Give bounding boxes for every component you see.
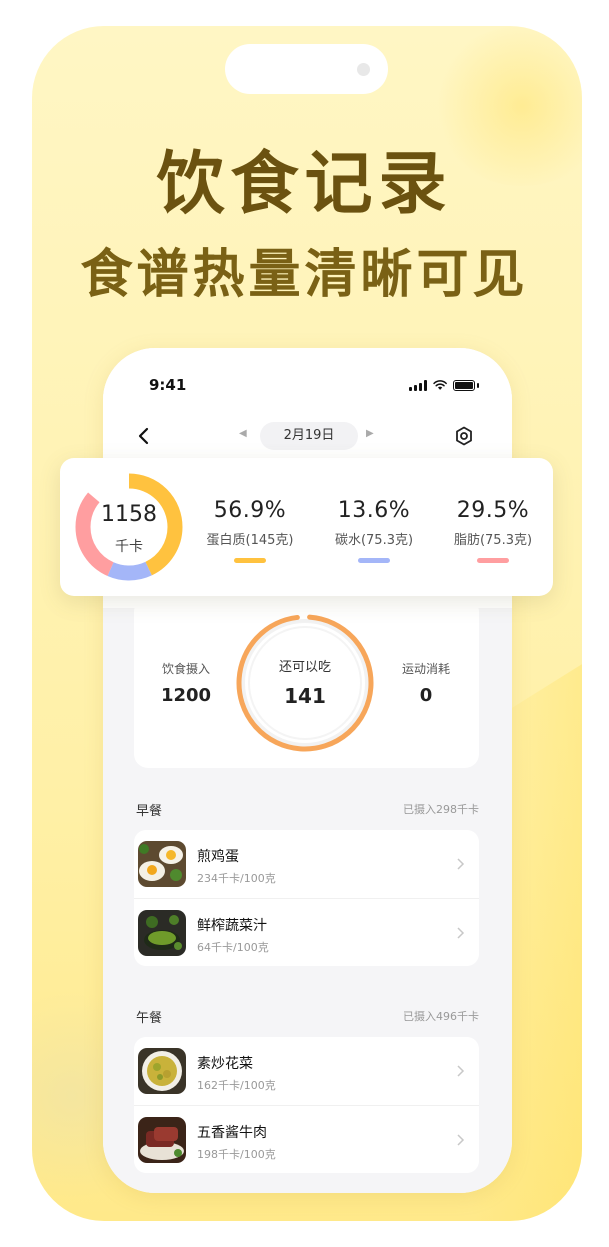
calories-unit: 千卡 [115, 539, 143, 555]
promo-subline: 食谱热量清晰可见 [80, 245, 529, 305]
battery-icon [453, 379, 476, 391]
macro-carbs: 13.6% 碳水(75.3克) [314, 498, 434, 563]
status-time: 9:41 [149, 376, 187, 394]
food-name: 鲜榨蔬菜汁 [197, 918, 267, 934]
camera-dot [357, 63, 370, 76]
meal-total: 已摄入496千卡 [403, 1010, 479, 1023]
macro-fat: 29.5% 脂肪(75.3克) [433, 498, 553, 563]
app-promo-canvas: 饮食记录 食谱热量清晰可见 9:41 ◀ 2月19日 ▶ 饮食摄入 1200 还… [0, 0, 609, 1247]
food-item-vegetable-juice[interactable]: 鲜榨蔬菜汁 64千卡/100克 [134, 898, 479, 966]
signal-icon [409, 379, 427, 391]
caret-left-icon[interactable]: ◀ [239, 428, 247, 439]
battery-cap [477, 382, 479, 388]
food-kcal: 162千卡/100克 [197, 1079, 276, 1092]
macro-color-bar [234, 558, 266, 563]
calories-value: 1158 [101, 502, 157, 527]
nutrition-summary-card: 1158 千卡 56.9% 蛋白质(145克) 13.6% 碳水(75.3克) … [60, 458, 553, 596]
intake-card: 饮食摄入 1200 还可以吃 141 运动消耗 0 [134, 598, 479, 768]
macro-percent: 29.5% [456, 498, 530, 523]
wifi-icon [433, 380, 447, 390]
food-item-stir-fried-cauliflower[interactable]: 素炒花菜 162千卡/100克 [134, 1037, 479, 1105]
food-kcal: 64千卡/100克 [197, 941, 269, 954]
exercise-label: 运动消耗 [401, 662, 450, 676]
macro-protein: 56.9% 蛋白质(145克) [190, 498, 310, 563]
cauliflower-photo [138, 1048, 186, 1094]
chevron-left-icon[interactable] [133, 424, 155, 448]
chevron-right-icon [457, 927, 465, 939]
date-selector[interactable]: 2月19日 [260, 422, 358, 450]
chevron-right-icon [457, 1065, 465, 1077]
macro-donut-chart [75, 473, 183, 581]
food-item-fried-egg[interactable]: 煎鸡蛋 234千卡/100克 [134, 830, 479, 898]
promo-headline: 饮食记录 [156, 145, 453, 224]
remaining-label: 还可以吃 [278, 660, 331, 675]
meal-title: 早餐 [136, 804, 163, 819]
exercise-value: 0 [419, 685, 433, 706]
remaining-ring [236, 614, 374, 752]
macro-color-bar [477, 558, 509, 563]
macro-percent: 13.6% [337, 498, 411, 523]
food-kcal: 198千卡/100克 [197, 1148, 276, 1161]
meal-total: 已摄入298千卡 [403, 803, 479, 816]
meal-card-lunch: 素炒花菜 162千卡/100克 五香酱牛肉 198千卡/100克 [134, 1037, 479, 1173]
food-item-spiced-beef[interactable]: 五香酱牛肉 198千卡/100克 [134, 1105, 479, 1173]
status-icons [409, 378, 479, 392]
food-kcal: 234千卡/100克 [197, 872, 276, 885]
remaining-value: 141 [284, 684, 326, 708]
hexagon-settings-icon[interactable] [453, 424, 475, 448]
macro-label: 蛋白质(145克) [206, 533, 294, 548]
food-intake-label: 饮食摄入 [161, 662, 210, 676]
fried-egg-photo [138, 841, 186, 887]
meal-header-breakfast: 早餐 已摄入298千卡 [136, 800, 479, 820]
macro-label: 碳水(75.3克) [334, 533, 414, 548]
exercise-burn: 运动消耗 0 [386, 660, 466, 706]
food-name: 五香酱牛肉 [197, 1125, 267, 1141]
macro-label: 脂肪(75.3克) [453, 533, 533, 548]
chevron-right-icon [457, 1134, 465, 1146]
meal-card-breakfast: 煎鸡蛋 234千卡/100克 鲜榨蔬菜汁 64千卡/100克 [134, 830, 479, 966]
food-intake: 饮食摄入 1200 [146, 660, 226, 706]
food-intake-value: 1200 [160, 685, 212, 706]
meal-header-lunch: 午餐 已摄入496千卡 [136, 1007, 479, 1027]
food-name: 素炒花菜 [197, 1056, 253, 1072]
meal-title: 午餐 [136, 1011, 163, 1026]
chevron-right-icon [457, 858, 465, 870]
food-name: 煎鸡蛋 [197, 849, 239, 865]
macro-color-bar [358, 558, 390, 563]
vegetable-juice-photo [138, 910, 186, 956]
macro-percent: 56.9% [213, 498, 287, 523]
caret-right-icon[interactable]: ▶ [366, 428, 374, 439]
spiced-beef-photo [138, 1117, 186, 1163]
